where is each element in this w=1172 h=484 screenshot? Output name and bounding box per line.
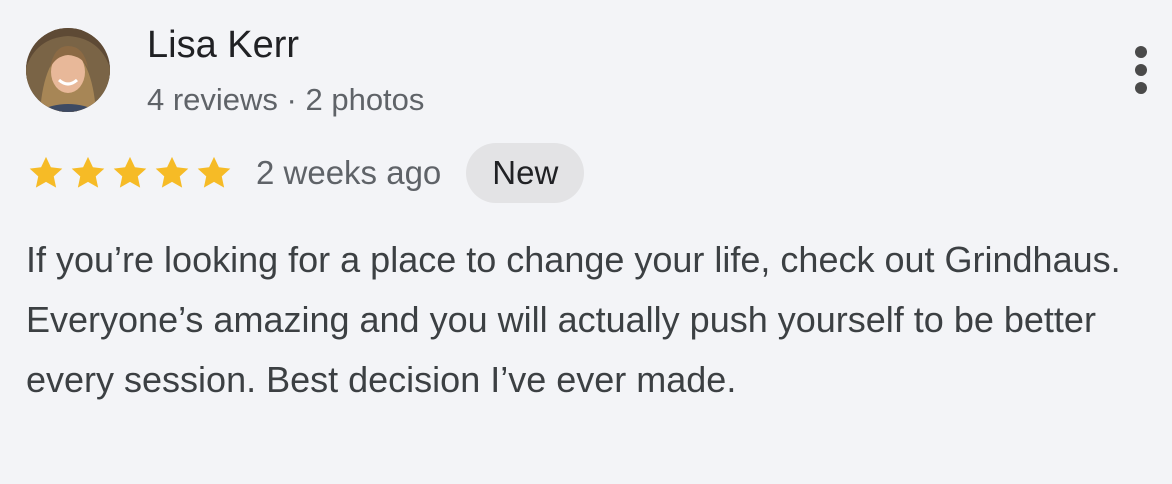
review-card: Lisa Kerr 4 reviews · 2 photos 2 weeks a… [0,0,1172,484]
star-icon [155,156,189,188]
new-badge: New [466,143,585,203]
reviewer-name[interactable]: Lisa Kerr [147,22,299,68]
review-text: If you’re looking for a place to change … [26,239,1121,400]
review-time: 2 weeks ago [256,154,442,191]
avatar-photo [26,28,110,112]
star-icon [113,156,147,188]
more-vert-icon [1135,46,1147,58]
more-vert-icon-dot [1135,64,1147,76]
reviewer-meta: 4 reviews · 2 photos [147,82,425,117]
more-options-button[interactable] [1118,40,1164,100]
star-icon [29,156,63,188]
star-icon [197,156,231,188]
more-vert-icon-dot [1135,82,1147,94]
avatar[interactable] [26,28,110,112]
star-icon [71,156,105,188]
star-rating [26,154,234,192]
rating-row: 2 weeks ago New [26,143,585,203]
